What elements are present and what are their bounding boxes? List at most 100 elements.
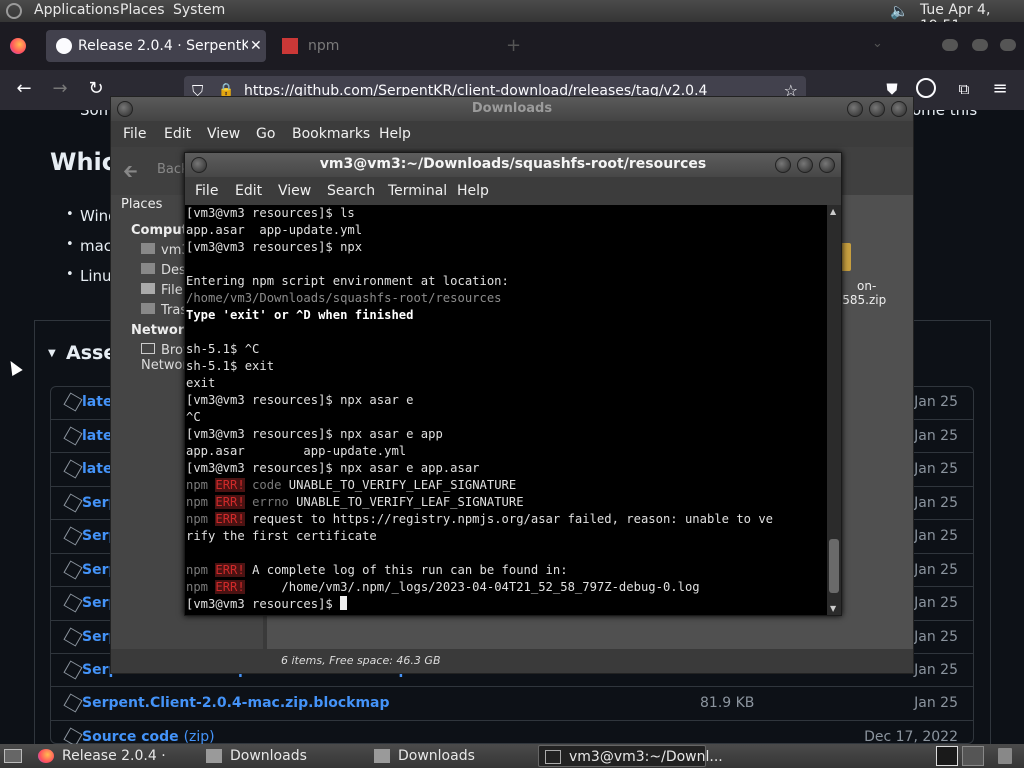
terminal-output[interactable]: [vm3@vm3 resources]$ ls app.asar app-upda… xyxy=(185,205,827,615)
system-menu[interactable]: System xyxy=(173,2,225,18)
bullet-dot: • xyxy=(66,237,74,252)
asset-row[interactable]: Serpent.Client-2.0.4-mac.zip.blockmap 81.… xyxy=(50,686,974,720)
terminal-line: [vm3@vm3 resources]$ npx asar e app xyxy=(185,426,827,443)
tab-release[interactable]: Release 2.0.4 · SerpentKR/c ✕ xyxy=(46,30,266,62)
back-arrow-icon[interactable]: 🡰 xyxy=(123,159,138,189)
menu-help[interactable]: Help xyxy=(457,183,489,199)
terminal-window: vm3@vm3:~/Downloads/squashfs-root/resour… xyxy=(184,152,842,616)
terminal-line: [vm3@vm3 resources]$ npx asar e xyxy=(185,392,827,409)
menu-file[interactable]: File xyxy=(195,183,218,199)
minimize-button[interactable] xyxy=(775,157,791,173)
asset-name[interactable]: Serpent.Client-2.0.4-mac.zip.blockmap xyxy=(82,695,390,711)
close-button[interactable] xyxy=(891,101,907,117)
menu-bookmarks[interactable]: Bookmarks xyxy=(292,126,370,142)
new-tab-button[interactable]: + xyxy=(506,35,521,56)
menu-terminal[interactable]: Terminal xyxy=(388,183,447,199)
menu-edit[interactable]: Edit xyxy=(164,126,191,142)
assets-heading[interactable]: Asse xyxy=(66,342,116,364)
maximize-button[interactable] xyxy=(869,101,885,117)
terminal-line: npm ERR! errno UNABLE_TO_VERIFY_LEAF_SIG… xyxy=(185,494,827,511)
asset-date: Jan 25 xyxy=(914,495,958,511)
home-folder-icon xyxy=(141,243,155,254)
package-icon xyxy=(63,459,83,479)
package-icon xyxy=(63,526,83,546)
menu-go[interactable]: Go xyxy=(256,126,275,142)
terminal-line: Entering npm script environment at locat… xyxy=(185,273,827,290)
source-code-link[interactable]: Source code xyxy=(82,729,179,744)
taskbar-item-downloads[interactable]: Downloads xyxy=(200,745,368,767)
firefox-icon xyxy=(38,749,54,763)
show-desktop-icon[interactable] xyxy=(4,749,22,763)
taskbar-item-label: Downloads xyxy=(398,748,475,764)
tab-npm[interactable]: npm xyxy=(272,30,492,62)
firefox-icon[interactable] xyxy=(10,38,26,54)
applications-menu[interactable]: Applications xyxy=(34,2,120,18)
places-label[interactable]: Places xyxy=(121,197,162,212)
terminal-line: exit xyxy=(185,375,827,392)
forward-arrow-icon[interactable]: → xyxy=(48,77,72,101)
terminal-line: npm ERR! /home/vm3/.npm/_logs/2023-04-04… xyxy=(185,579,827,596)
menu-view[interactable]: View xyxy=(278,183,311,199)
asset-row[interactable]: Source code (zip) Dec 17, 2022 xyxy=(50,720,974,744)
hamburger-menu-icon[interactable]: ≡ xyxy=(988,77,1012,101)
bullet-dot: • xyxy=(66,207,74,222)
list-tabs-icon[interactable]: ⌄ xyxy=(872,36,883,51)
file-name[interactable]: on- xyxy=(857,279,876,293)
trash-icon[interactable] xyxy=(998,748,1012,764)
taskbar-item-firefox[interactable]: Release 2.0.4 · Serp... xyxy=(32,745,200,767)
places-menu[interactable]: Places xyxy=(120,2,165,18)
scrollbar[interactable]: ▲ ▼ xyxy=(827,205,841,615)
npm-err-badge: ERR! xyxy=(215,495,245,509)
volume-icon[interactable]: 🔈 xyxy=(890,2,909,20)
close-button[interactable] xyxy=(819,157,835,173)
minimize-button[interactable] xyxy=(847,101,863,117)
terminal-line: npm ERR! request to https://registry.npm… xyxy=(185,511,827,528)
menu-help[interactable]: Help xyxy=(379,126,411,142)
terminal-line: [vm3@vm3 resources]$ npx asar e app.asar xyxy=(185,460,827,477)
window-title[interactable]: vm3@vm3:~/Downloads/squashfs-root/resour… xyxy=(185,153,841,177)
minimize-button[interactable] xyxy=(942,39,958,51)
menubar: File Edit View Go Bookmarks Help xyxy=(111,121,913,147)
scroll-down-icon[interactable]: ▼ xyxy=(830,604,836,613)
source-code-suffix[interactable]: (zip) xyxy=(184,729,215,744)
extensions-icon[interactable]: ⧉ xyxy=(952,77,976,101)
bullet-item-tail: ome this xyxy=(912,110,978,119)
terminal-text: Type 'exit' or ^D when finished xyxy=(186,308,414,322)
npm-prefix: npm xyxy=(186,478,216,492)
reload-icon[interactable]: ↻ xyxy=(84,77,108,101)
close-window-button[interactable] xyxy=(1000,39,1016,51)
divider xyxy=(34,320,35,744)
taskbar-item-downloads[interactable]: Downloads xyxy=(368,745,536,767)
window-menu-button[interactable] xyxy=(191,157,207,173)
package-icon xyxy=(63,392,83,412)
terminal-text: app.asar app-update.yml xyxy=(186,444,407,458)
account-icon[interactable] xyxy=(916,78,936,98)
npm-err-badge: ERR! xyxy=(215,563,245,577)
maximize-button[interactable] xyxy=(972,39,988,51)
folder-icon xyxy=(206,749,222,763)
back-arrow-icon[interactable]: ← xyxy=(12,77,36,101)
scroll-up-icon[interactable]: ▲ xyxy=(830,207,836,216)
workspace-switcher[interactable] xyxy=(936,746,958,766)
terminal-text: sh-5.1$ ^C xyxy=(186,342,260,356)
window-menu-button[interactable] xyxy=(117,101,133,117)
tab-title: npm xyxy=(308,38,340,54)
file-zip-icon xyxy=(63,727,83,744)
assets-toggle-icon[interactable]: ▼ xyxy=(48,348,56,359)
menu-file[interactable]: File xyxy=(123,126,146,142)
tab-close-icon[interactable]: ✕ xyxy=(250,38,262,54)
workspace-switcher[interactable] xyxy=(962,746,984,766)
tab-title: Release 2.0.4 · SerpentKR/c xyxy=(78,38,248,54)
sidebar-item[interactable]: vm3 xyxy=(141,243,190,258)
window-title[interactable]: Downloads xyxy=(111,97,913,121)
distro-logo-icon[interactable] xyxy=(6,3,22,19)
maximize-button[interactable] xyxy=(797,157,813,173)
taskbar-item-terminal[interactable]: vm3@vm3:~/Downl... xyxy=(538,745,723,767)
menu-view[interactable]: View xyxy=(207,126,240,142)
menu-edit[interactable]: Edit xyxy=(235,183,262,199)
scrollbar-thumb[interactable] xyxy=(829,539,839,594)
menu-search[interactable]: Search xyxy=(327,183,375,199)
terminal-text: rify the first certificate xyxy=(186,529,377,543)
asset-name[interactable]: Source code (zip) xyxy=(82,729,215,744)
